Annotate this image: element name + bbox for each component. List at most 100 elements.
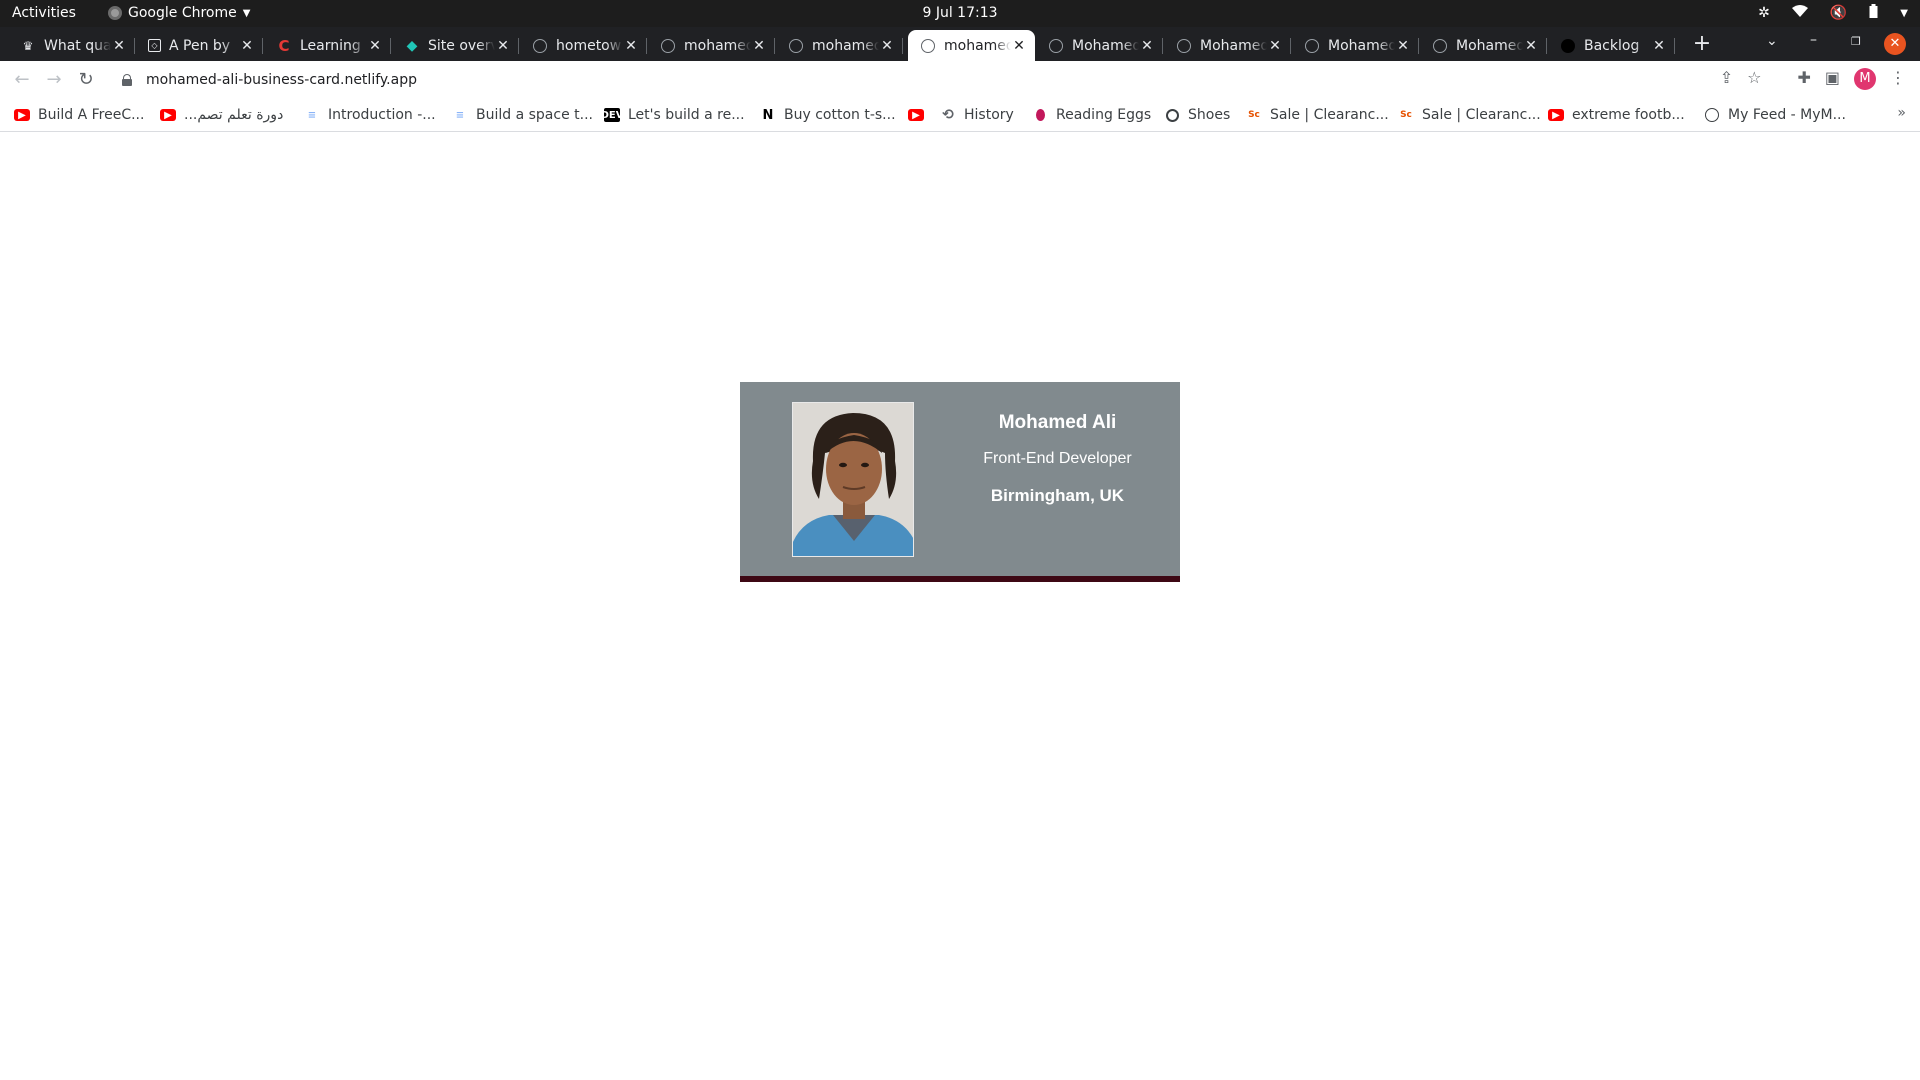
bookmark-item[interactable]: Sc Sale | Clearanc... [1398,105,1541,125]
minimize-icon[interactable]: – [1810,32,1817,48]
bookmark-star-icon[interactable]: ☆ [1747,68,1761,90]
tab-active[interactable]: mohamed ✕ [908,30,1035,61]
tab[interactable]: Backlog ✕ [1548,30,1675,61]
system-tray[interactable]: ✲ 🔇 ▼ [1758,4,1908,22]
close-tab-icon[interactable]: ✕ [1651,38,1667,54]
close-tab-icon[interactable]: ✕ [879,38,895,54]
tab-title: Mohamed [1200,37,1267,54]
close-tab-icon[interactable]: ✕ [1011,38,1027,54]
tab[interactable]: Mohamed ✕ [1164,30,1291,61]
card-role: Front-End Developer [983,450,1132,467]
bookmark-label: History [964,107,1014,123]
globe-icon [1164,108,1180,122]
bookmarks-bar: ▶ Build A FreeC... ▶ دورة تعلم تصم... ≡ … [0,99,1920,132]
tab-search-icon[interactable]: ⌄ [1766,33,1778,49]
globe-icon [532,38,548,54]
profile-avatar[interactable]: M [1854,68,1876,90]
volume-muted-icon[interactable]: 🔇 [1830,5,1847,21]
bookmark-label: Sale | Clearanc... [1422,107,1541,123]
bookmark-item[interactable]: ▶ extreme footb... [1548,105,1685,125]
extensions-icon[interactable]: ✚ [1797,68,1810,90]
close-tab-icon[interactable]: ✕ [111,38,127,54]
tab[interactable]: mohamed ✕ [776,30,903,61]
back-icon[interactable]: ← [10,68,34,92]
tab[interactable]: Mohamed ✕ [1292,30,1419,61]
tab-title: A Pen by [169,37,231,54]
globe-icon [1176,38,1192,54]
close-tab-icon[interactable]: ✕ [1523,38,1539,54]
bookmark-item[interactable]: ▶ دورة تعلم تصم... [160,105,283,125]
tab[interactable]: Mohamed ✕ [1036,30,1163,61]
card-location: Birmingham, UK [990,486,1125,505]
menu-kebab-icon[interactable]: ⋮ [1890,68,1906,90]
bookmark-item[interactable]: Reading Eggs [1032,105,1151,125]
bookmark-label: Buy cotton t-s... [784,107,896,123]
youtube-icon: ▶ [160,109,176,121]
tab[interactable]: ◇ A Pen by ✕ [136,30,263,61]
tab-title: Backlog [1584,37,1640,54]
close-tab-icon[interactable]: ✕ [367,38,383,54]
url-text[interactable]: mohamed-ali-business-card.netlify.app [146,72,417,88]
bookmark-label: Let's build a re... [628,107,745,123]
address-bar[interactable]: mohamed-ali-business-card.netlify.app [108,64,1728,96]
bookmark-item[interactable]: N Buy cotton t-s... [760,105,896,125]
close-tab-icon[interactable]: ✕ [1139,38,1155,54]
toolbar-actions: ⇪ ☆ ✚ ▣ M ⋮ [1720,68,1920,90]
app-menu[interactable]: Google Chrome ▼ [108,5,250,21]
close-tab-icon[interactable]: ✕ [751,38,767,54]
tab[interactable]: hometow ✕ [520,30,647,61]
bookmark-item[interactable]: ≡ Build a space t... [452,105,593,125]
store-icon: Sc [1400,110,1412,120]
tab[interactable]: Mohamed ✕ [1420,30,1547,61]
side-panel-icon[interactable]: ▣ [1825,68,1840,90]
tab[interactable]: ◆ Site overv ✕ [392,30,519,61]
crown-icon: ♛ [22,38,34,53]
close-tab-icon[interactable]: ✕ [1267,38,1283,54]
lock-icon[interactable] [122,74,132,86]
battery-icon[interactable] [1869,4,1878,22]
forward-icon[interactable]: → [42,68,66,92]
tab-title: mohamed [812,37,879,54]
close-tab-icon[interactable]: ✕ [495,38,511,54]
n-logo-icon: N [762,107,774,123]
network-settings-icon[interactable]: ✲ [1758,5,1770,21]
reload-icon[interactable]: ↻ [74,68,98,92]
clock[interactable]: 9 Jul 17:13 [0,5,1920,21]
more-bookmarks-icon[interactable]: » [1897,105,1906,121]
bookmark-item[interactable]: My Feed - MyM... [1704,105,1846,125]
close-window-button[interactable]: ✕ [1884,33,1906,55]
new-tab-button[interactable]: + [1688,30,1716,58]
close-tab-icon[interactable]: ✕ [239,38,255,54]
share-icon[interactable]: ⇪ [1720,68,1733,90]
bookmark-item[interactable]: ≡ Introduction -... [304,105,436,125]
lines-icon: ≡ [307,109,317,121]
bookmark-label: Introduction -... [328,107,436,123]
tab-title: Site overv [428,37,495,54]
store-icon: Sc [1248,110,1260,120]
codepen-icon: ◇ [148,39,161,52]
bookmark-item[interactable]: Shoes [1164,105,1230,125]
bookmark-item[interactable]: ▶ Build A FreeC... [14,105,144,125]
tab[interactable]: mohamed ✕ [648,30,775,61]
system-menu-caret-icon[interactable]: ▼ [1900,8,1908,19]
close-tab-icon[interactable]: ✕ [623,38,639,54]
tab-title: mohamed [684,37,751,54]
globe-icon [1048,38,1064,54]
bookmark-item[interactable]: DEV Let's build a re... [600,105,745,125]
portrait-illustration [793,403,913,556]
activities-button[interactable]: Activities [12,5,76,21]
bookmark-item[interactable]: ▶ [908,105,932,125]
tab[interactable]: ♛ What qua ✕ [8,30,135,61]
system-top-bar: Activities Google Chrome ▼ 9 Jul 17:13 ✲… [0,0,1920,27]
restore-icon[interactable]: ❐ [1851,35,1861,48]
chrome-icon [108,6,122,20]
bookmark-label: Sale | Clearanc... [1270,107,1389,123]
wifi-icon[interactable] [1791,5,1808,21]
bookmark-item[interactable]: ⟲ History [940,105,1014,125]
tab[interactable]: C Learning ✕ [264,30,391,61]
close-tab-icon[interactable]: ✕ [1395,38,1411,54]
bookmark-label: Build A FreeC... [38,107,145,123]
bookmark-item[interactable]: Sc Sale | Clearanc... [1246,105,1389,125]
tab-title: mohamed [944,37,1011,54]
dev-icon: DEV [600,108,624,122]
